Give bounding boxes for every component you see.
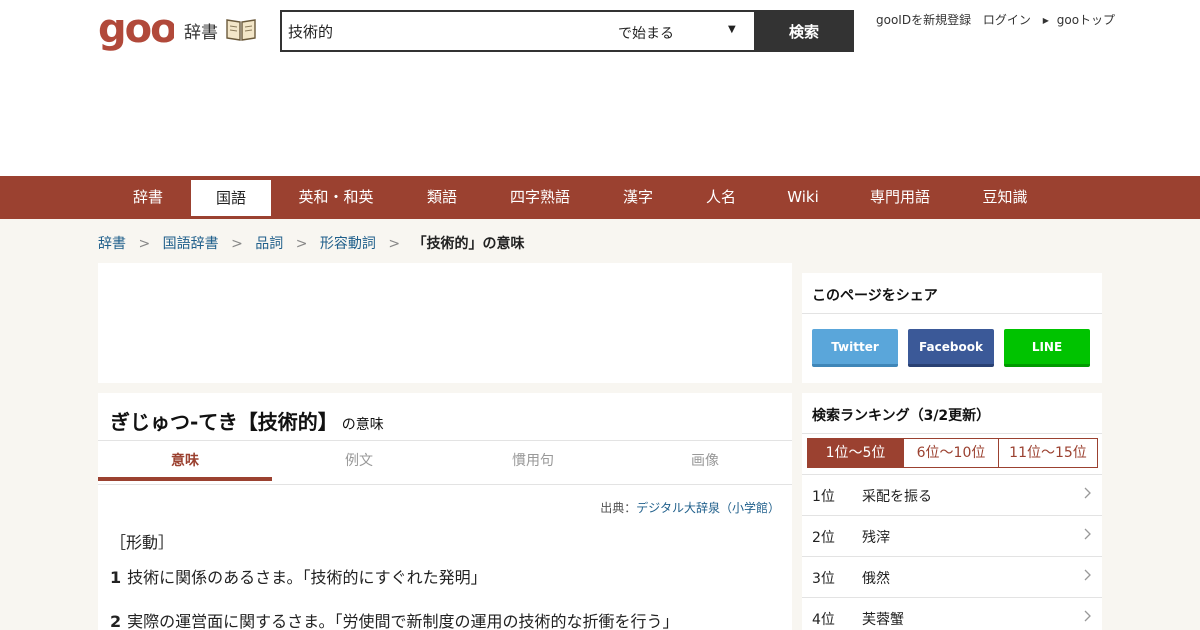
nav-item-trivia[interactable]: 豆知識 [965,176,1045,216]
chevron-right-icon [1084,610,1091,622]
breadcrumb-separator: > [231,236,243,252]
chevron-right-icon [1084,487,1091,499]
tab-examples[interactable]: 例文 [272,441,446,481]
entry-headword: ぎじゅつ‐てき【技術的】 [110,410,338,434]
ranking-number: 1位 [812,489,835,505]
nav-item-wiki[interactable]: Wiki [763,176,843,216]
ranking-word: 俄然 [862,571,890,587]
ranking-item[interactable]: 4位 芙蓉蟹 [802,597,1102,630]
ranking-word: 芙蓉蟹 [862,612,904,628]
ad-area [98,263,792,383]
divider [802,433,1102,434]
nav-item-thesaurus[interactable]: 類語 [402,176,482,216]
nav-item-technical[interactable]: 専門用語 [855,176,945,216]
source-citation: 出典：デジタル大辞泉（小学館） [600,499,780,516]
site-header: goo 辞書 で始まる ▼ 検索 gooIDを新規登録 ログイン ▶ gooトッ… [0,0,1200,176]
goo-logo-text: goo [98,8,174,52]
source-link[interactable]: デジタル大辞泉（小学館） [636,501,780,515]
ranking-word: 采配を振る [862,489,932,505]
ranking-tab-1-5[interactable]: 1位～5位 [807,438,904,468]
dictionary-label: 辞書 [184,23,218,43]
goo-top-link[interactable]: gooトップ [1057,13,1115,27]
header-links: gooIDを新規登録 ログイン ▶ gooトップ [876,11,1115,28]
breadcrumb-separator: > [295,236,308,252]
definition-number: 2 [110,612,122,630]
nav-item-dictionary[interactable]: 辞書 [108,176,188,216]
nav-item-idioms[interactable]: 四字熟語 [496,176,584,216]
ranking-tabs: 1位～5位 6位～10位 11位～15位 [807,438,1098,468]
breadcrumb-pos[interactable]: 品詞 [255,236,283,252]
tab-idioms[interactable]: 慣用句 [446,441,620,481]
login-link[interactable]: ログイン [983,13,1031,27]
nav-underline [0,216,1200,219]
facebook-share-button[interactable]: Facebook [908,329,994,367]
register-link[interactable]: gooIDを新規登録 [876,13,971,27]
tab-images[interactable]: 画像 [618,441,792,481]
share-title: このページをシェア [812,288,938,304]
definition-text: 技術に関係のあるさま。「技術的にすぐれた発明」 [127,568,487,587]
definition-item: 1 技術に関係のあるさま。「技術的にすぐれた発明」 [110,564,487,588]
line-share-button[interactable]: LINE [1004,329,1090,367]
chevron-right-icon [1084,528,1091,540]
category-nav: 辞書 国語 英和・和英 類語 四字熟語 漢字 人名 Wiki 専門用語 豆知識 [0,176,1200,216]
breadcrumb-dictionary[interactable]: 辞書 [98,236,126,252]
divider [802,313,1102,314]
nav-item-english[interactable]: 英和・和英 [284,176,388,216]
divider [98,484,792,485]
page-title: ぎじゅつ‐てき【技術的】 の意味 [110,406,384,435]
tab-meaning[interactable]: 意味 [98,441,272,481]
search-ranking-panel: 検索ランキング（3/2更新） 1位～5位 6位～10位 11位～15位 1位 采… [802,393,1102,630]
caret-down-icon: ▼ [728,24,736,35]
ranking-tab-6-10[interactable]: 6位～10位 [903,438,999,468]
goo-logo-mark: goo [98,8,174,52]
ranking-item[interactable]: 2位 残滓 [802,515,1102,556]
nav-item-kanji[interactable]: 漢字 [598,176,678,216]
chevron-right-icon [1084,569,1091,581]
part-of-speech: ［形動］ [110,533,175,552]
nav-item-japanese[interactable]: 国語 [191,180,271,216]
source-label: 出典： [600,501,637,515]
share-panel: このページをシェア Twitter Facebook LINE [802,273,1102,383]
entry-title-suffix: の意味 [341,417,384,433]
definition-number: 1 [110,568,122,587]
definition-item: 2 実際の運営面に関するさま。「労使間で新制度の運用の技術的な折衝を行う」 [110,608,679,630]
ranking-tab-11-15[interactable]: 11位～15位 [998,438,1098,468]
search-form: で始まる ▼ 検索 [280,10,854,52]
triangle-right-icon: ▶ [1042,16,1049,25]
breadcrumb-current: 「技術的」の意味 [412,236,525,252]
ranking-number: 3位 [812,571,835,587]
breadcrumb-separator: > [138,236,151,252]
ranking-item[interactable]: 1位 采配を振る [802,474,1102,515]
ranking-word: 残滓 [862,530,890,546]
search-input[interactable] [282,12,612,50]
breadcrumb-separator: > [388,236,401,252]
twitter-share-button[interactable]: Twitter [812,329,898,367]
entry-card: ぎじゅつ‐てき【技術的】 の意味 意味 例文 慣用句 画像 出典：デジタル大辞泉（… [98,393,792,630]
search-mode-label: で始まる [618,26,674,42]
breadcrumb-adjectival-noun[interactable]: 形容動詞 [320,236,376,252]
ranking-number: 2位 [812,530,835,546]
ranking-title: 検索ランキング（3/2更新） [812,408,991,424]
nav-item-person[interactable]: 人名 [681,176,761,216]
ranking-number: 4位 [812,612,835,628]
definition-text: 実際の運営面に関するさま。「労使間で新制度の運用の技術的な折衝を行う」 [127,612,679,630]
ranking-item[interactable]: 3位 俄然 [802,556,1102,597]
search-button[interactable]: 検索 [754,10,854,52]
breadcrumb: 辞書 > 国語辞書 > 品詞 > 形容動詞 > 「技術的」の意味 [98,233,525,253]
book-icon [226,19,256,41]
breadcrumb-japanese[interactable]: 国語辞書 [163,236,219,252]
